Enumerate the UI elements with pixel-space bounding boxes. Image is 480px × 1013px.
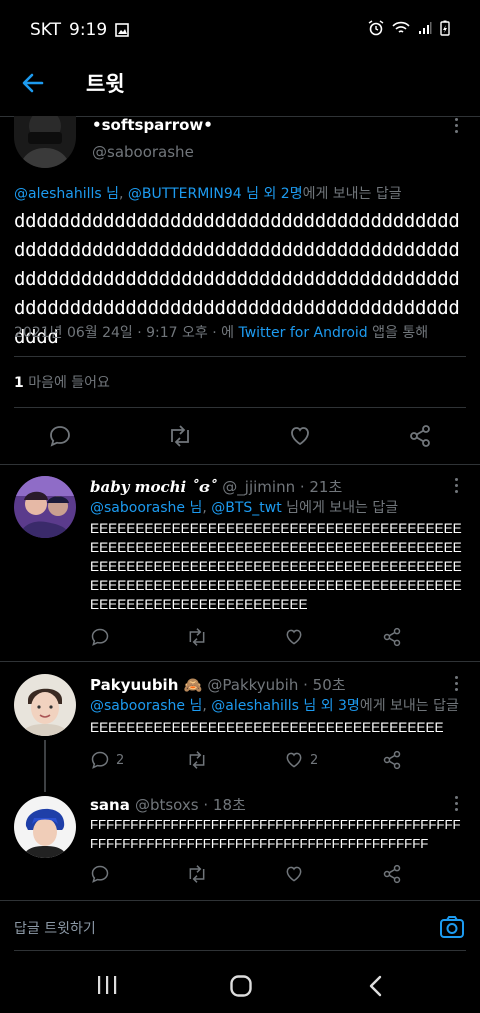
signal-icon — [419, 22, 432, 34]
reply-action[interactable]: 2 — [90, 750, 124, 770]
mention-link[interactable]: @BTS_twt — [211, 500, 281, 516]
back-arrow-icon[interactable] — [20, 70, 46, 96]
status-bar: SKT 9:19 — [0, 0, 480, 62]
divider — [0, 900, 480, 901]
like-count: 2 — [310, 752, 319, 768]
display-name: sana — [90, 796, 130, 814]
more-options-icon[interactable] — [454, 676, 460, 694]
like-icon[interactable] — [284, 627, 304, 647]
retweet-icon[interactable] — [186, 750, 208, 770]
avatar[interactable] — [14, 674, 76, 736]
reply-suffix: 에게 보내는 답글 — [302, 186, 402, 202]
likes-stat[interactable]: 1 마음에 들어요 — [14, 372, 110, 392]
mention-link[interactable]: @aleshahills 님 — [14, 186, 119, 202]
alarm-icon — [368, 20, 384, 36]
gallery-icon — [115, 23, 130, 37]
avatar[interactable] — [14, 116, 76, 168]
tweet-time: · 21초 — [295, 478, 343, 496]
timestamp-text: 2021년 06월 24일 · 9:17 오후 · 에 — [14, 325, 239, 341]
back-nav-icon[interactable] — [366, 974, 386, 998]
battery-icon — [440, 20, 450, 36]
thread-line — [44, 740, 46, 792]
retweet-icon[interactable] — [167, 424, 193, 448]
divider — [0, 464, 480, 465]
reply-icon[interactable] — [90, 864, 110, 884]
source-suffix: 앱을 통해 — [367, 325, 429, 341]
separator: , — [119, 186, 128, 202]
display-name: baby mochi ˚ɞ˚ — [90, 478, 218, 496]
divider — [0, 661, 480, 662]
reply-suffix: 님에게 보내는 답글 — [281, 500, 399, 516]
reply-context: @saboorashe 님, @aleshahills 님 외 3명에게 보내는… — [90, 695, 459, 715]
like-action[interactable]: 2 — [284, 750, 318, 770]
tweet-time: · 18초 — [198, 796, 246, 814]
tweet-header: Pakyuubih 🙈 @Pakkyubih · 50초 — [90, 674, 346, 695]
home-icon[interactable] — [229, 974, 253, 998]
clock: 9:19 — [69, 20, 108, 40]
display-name: Pakyuubih 🙈 — [90, 676, 203, 694]
mention-link[interactable]: @saboorashe 님 — [90, 698, 202, 714]
tweet-timestamp: 2021년 06월 24일 · 9:17 오후 · 에 Twitter for … — [14, 322, 428, 342]
reply-context: @aleshahills 님, @BUTTERMIN94 님 외 2명에게 보내… — [14, 183, 402, 203]
display-name: •softsparrow• — [92, 116, 213, 134]
reply-icon[interactable] — [90, 627, 110, 647]
carrier-label: SKT — [30, 20, 62, 40]
reply-action[interactable] — [90, 627, 110, 647]
reply-icon[interactable] — [48, 424, 72, 448]
more-options-icon[interactable] — [454, 796, 460, 814]
mention-link[interactable]: @saboorashe 님 — [90, 500, 202, 516]
wifi-icon — [392, 21, 410, 33]
source-link[interactable]: Twitter for Android — [238, 325, 367, 341]
reply-icon[interactable] — [90, 750, 110, 770]
more-options-icon[interactable] — [454, 478, 460, 496]
like-icon[interactable] — [284, 750, 304, 770]
divider — [14, 407, 466, 408]
share-icon[interactable] — [382, 750, 402, 770]
page-title: 트윗 — [86, 72, 125, 96]
likes-label: 마음에 들어요 — [23, 375, 110, 391]
recent-apps-icon[interactable] — [96, 975, 118, 995]
camera-icon[interactable] — [439, 914, 465, 940]
divider — [14, 356, 466, 357]
avatar[interactable] — [14, 796, 76, 858]
tweet-text: EEEEEEEEEEEEEEEEEEEEEEEEEEEEEEEEEEEEEEEE… — [90, 521, 462, 612]
separator: , — [202, 698, 212, 714]
retweet-icon[interactable] — [186, 864, 208, 884]
mention-link[interactable]: @BUTTERMIN94 님 외 2명 — [128, 186, 303, 202]
separator: , — [202, 500, 212, 516]
likes-count: 1 — [14, 375, 24, 391]
header-bar — [0, 62, 480, 117]
handle: @btsoxs — [134, 796, 199, 814]
tweet-header: sana @btsoxs · 18초 — [90, 794, 246, 815]
reply-compose-input[interactable]: 답글 트윗하기 — [14, 918, 96, 938]
like-icon[interactable] — [284, 864, 304, 884]
reply-count: 2 — [116, 752, 125, 768]
tweet-time: · 50초 — [298, 676, 346, 694]
share-icon[interactable] — [408, 424, 432, 448]
like-icon[interactable] — [288, 424, 312, 448]
tweet-text: EEEEEEEEEEEEEEEEEEEEEEEEEEEEEEEEEEEEEEE — [90, 720, 444, 735]
handle: @_jjiminn — [222, 478, 296, 496]
tweet-header: baby mochi ˚ɞ˚ @_jjiminn · 21초 — [90, 476, 342, 497]
divider — [14, 950, 466, 951]
handle: @saboorashe — [92, 143, 194, 161]
avatar[interactable] — [14, 476, 76, 538]
retweet-icon[interactable] — [186, 627, 208, 647]
reply-suffix: 에게 보내는 답글 — [359, 698, 459, 714]
tweet-text: FFFFFFFFFFFFFFFFFFFFFFFFFFFFFFFFFFFFFFFF… — [90, 817, 461, 851]
system-nav-bar — [0, 958, 480, 1013]
reply-context: @saboorashe 님, @BTS_twt 님에게 보내는 답글 — [90, 497, 398, 517]
mention-link[interactable]: @aleshahills 님 외 3명 — [211, 698, 360, 714]
more-options-icon[interactable] — [454, 118, 460, 136]
handle: @Pakkyubih — [207, 676, 299, 694]
share-icon[interactable] — [382, 864, 402, 884]
share-icon[interactable] — [382, 627, 402, 647]
